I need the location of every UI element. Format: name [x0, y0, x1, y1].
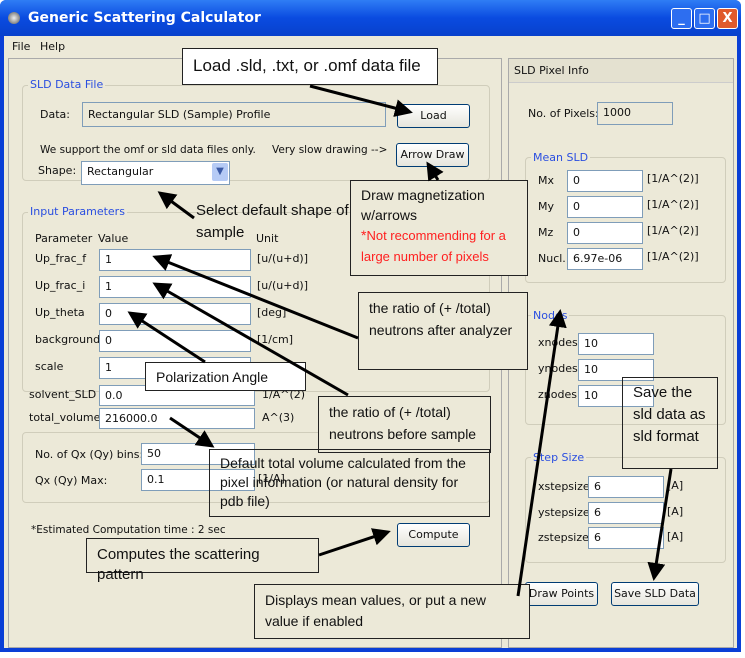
total-volume-label: total_volume: [29, 411, 101, 424]
solvent-sld-label: solvent_SLD: [29, 388, 97, 401]
chevron-down-icon[interactable]: ▼: [212, 163, 228, 181]
annotation-total-volume: Default total volume calculated from the…: [209, 449, 490, 517]
param-unit: [u/(u+d)]: [257, 252, 309, 265]
qmax-label: Qx (Qy) Max:: [35, 474, 108, 487]
param-label: Up_frac_f: [35, 252, 87, 265]
title-bar: Generic Scattering Calculator _ □ X: [0, 0, 741, 36]
num-pixels-field: 1000: [597, 102, 673, 125]
shape-label: Shape:: [38, 164, 77, 177]
input-parameters-label: Input Parameters: [28, 205, 127, 218]
arrow-draw-button[interactable]: Arrow Draw: [396, 143, 469, 167]
annotation-ratio-before: the ratio of (+ /total) neutrons before …: [318, 396, 491, 453]
total-volume-input[interactable]: 216000.0: [99, 408, 255, 429]
close-button[interactable]: X: [717, 8, 738, 29]
mz-input[interactable]: 0: [567, 222, 643, 244]
zstepsize-input[interactable]: 6: [588, 527, 664, 549]
mean-sld-label: Mean SLD: [531, 151, 591, 164]
step-label: xstepsize: [538, 480, 590, 493]
param-unit: [deg]: [257, 306, 287, 319]
nucl-input[interactable]: 6.97e-06: [567, 248, 643, 270]
nodes-label: Nodes: [531, 309, 570, 322]
param-label: Up_frac_i: [35, 279, 86, 292]
step-size-label: Step Size: [531, 451, 587, 464]
node-label: ynodes: [538, 362, 578, 375]
shape-value: Rectangular: [87, 165, 154, 178]
app-icon: [8, 12, 20, 24]
mean-unit: [1/A^(2)]: [647, 250, 699, 263]
param-label: scale: [35, 360, 64, 373]
step-unit: [A]: [667, 505, 684, 518]
xnodes-input[interactable]: 10: [578, 333, 654, 355]
sld-data-file-label: SLD Data File: [28, 78, 106, 91]
estimated-time: *Estimated Computation time : 2 sec: [31, 524, 226, 536]
param-label: Up_theta: [35, 306, 85, 319]
annotation-polarization: Polarization Angle: [145, 362, 306, 391]
annotation-load: Load .sld, .txt, or .omf data file: [182, 48, 438, 85]
ystepsize-input[interactable]: 6: [588, 502, 664, 524]
compute-button[interactable]: Compute: [397, 523, 470, 547]
param-unit: [1/cm]: [257, 333, 294, 346]
annotation-save: Save the sld data as sld format: [622, 377, 718, 469]
mean-label: Nucl.: [538, 252, 566, 265]
load-button[interactable]: Load: [397, 104, 470, 128]
draw-points-button[interactable]: Draw Points: [525, 582, 598, 606]
up-frac-f-input[interactable]: 1: [99, 249, 251, 271]
mean-label: Mx: [538, 174, 555, 187]
slow-drawing-text: Very slow drawing -->: [272, 144, 388, 156]
param-label: background: [35, 333, 101, 346]
menu-file[interactable]: File: [12, 40, 30, 53]
pixel-info-header: SLD Pixel Info: [509, 59, 733, 83]
xstepsize-input[interactable]: 6: [588, 476, 664, 498]
annotation-arrow-draw-text: Draw magnetization w/arrows: [361, 187, 485, 223]
up-theta-input[interactable]: 0: [99, 303, 251, 325]
menu-help[interactable]: Help: [40, 40, 65, 53]
save-sld-data-button[interactable]: Save SLD Data: [611, 582, 699, 606]
total-volume-unit: A^(3): [262, 411, 295, 424]
window-title: Generic Scattering Calculator: [28, 10, 261, 26]
mean-unit: [1/A^(2)]: [647, 198, 699, 211]
num-pixels-label: No. of Pixels:: [528, 107, 599, 120]
annotation-ratio-after: the ratio of (+ /total) neutrons after a…: [358, 292, 528, 370]
data-label: Data:: [40, 108, 70, 121]
step-label: zstepsize: [538, 531, 589, 544]
mean-label: My: [538, 200, 555, 213]
my-input[interactable]: 0: [567, 196, 643, 218]
bins-label: No. of Qx (Qy) bins:: [35, 448, 144, 461]
up-frac-i-input[interactable]: 1: [99, 276, 251, 298]
data-field: Rectangular SLD (Sample) Profile: [82, 102, 386, 127]
annotation-mean-values: Displays mean values, or put a new value…: [254, 584, 530, 639]
step-unit: [A]: [667, 530, 684, 543]
header-parameter: Parameter: [35, 232, 93, 245]
annotation-compute: Computes the scattering pattern: [86, 538, 319, 583]
node-label: znodes: [538, 388, 577, 401]
mean-unit: [1/A^(2)]: [647, 224, 699, 237]
shape-select[interactable]: Rectangular ▼: [81, 161, 230, 185]
annotation-shape: Select default shape of sample: [196, 202, 349, 241]
annotation-arrow-draw: Draw magnetization w/arrows *Not recomme…: [350, 180, 528, 276]
step-label: ystepsize: [538, 506, 590, 519]
mx-input[interactable]: 0: [567, 170, 643, 192]
header-value: Value: [98, 232, 129, 245]
background-input[interactable]: 0: [99, 330, 251, 352]
param-unit: [u/(u+d)]: [257, 279, 309, 292]
maximize-button[interactable]: □: [694, 8, 715, 29]
pixel-info-title: SLD Pixel Info: [514, 64, 589, 77]
annotation-warning: Not recommending for a large number of p…: [361, 228, 506, 264]
node-label: xnodes: [538, 336, 578, 349]
minimize-button[interactable]: _: [671, 8, 692, 29]
mean-unit: [1/A^(2)]: [647, 172, 699, 185]
step-unit: [A]: [667, 479, 684, 492]
support-text: We support the omf or sld data files onl…: [40, 144, 256, 156]
mean-label: Mz: [538, 226, 554, 239]
